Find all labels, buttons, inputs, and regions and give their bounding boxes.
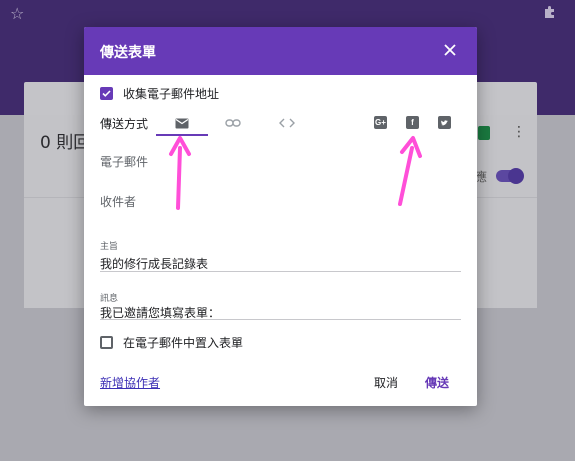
send-form-dialog: 傳送表單 收集電子郵件地址 傳送方式 G+ f 電子郵件 收件者 主旨 我的修行…	[84, 27, 477, 406]
cancel-button[interactable]: 取消	[374, 374, 398, 391]
send-button[interactable]: 傳送	[425, 374, 449, 391]
close-icon[interactable]	[441, 41, 459, 59]
annotation-arrow-email	[169, 136, 191, 210]
embed-form-checkbox[interactable]	[100, 335, 113, 349]
annotation-arrow-social	[398, 136, 422, 206]
subject-label: 主旨	[100, 242, 119, 252]
tab-embed[interactable]	[275, 113, 299, 133]
embed-form-label: 在電子郵件中置入表單	[123, 335, 244, 350]
message-label: 訊息	[100, 294, 119, 304]
embed-form-row[interactable]: 在電子郵件中置入表單	[100, 332, 243, 352]
twitter-icon[interactable]	[438, 116, 451, 129]
facebook-icon[interactable]: f	[406, 116, 419, 129]
response-count: 0 則回	[40, 133, 91, 153]
tab-email[interactable]	[170, 113, 194, 133]
accepting-responses-toggle[interactable]	[496, 168, 524, 184]
sheets-icon[interactable]	[478, 126, 490, 140]
collect-email-checkbox[interactable]	[100, 86, 113, 100]
dialog-title: 傳送表單	[100, 45, 156, 61]
subject-input[interactable]: 我的修行成長記錄表	[100, 255, 208, 272]
embed-code-icon	[279, 118, 295, 128]
google-plus-icon[interactable]: G+	[374, 116, 387, 129]
collect-email-label: 收集電子郵件地址	[123, 86, 220, 101]
add-collaborators-link[interactable]: 新增協作者	[100, 374, 160, 391]
subject-underline	[100, 271, 461, 272]
more-vert-icon[interactable]: ⋮	[512, 124, 526, 140]
send-via-label: 傳送方式	[100, 117, 149, 131]
collect-email-row[interactable]: 收集電子郵件地址	[100, 83, 219, 103]
message-underline	[100, 319, 461, 320]
dialog-header: 傳送表單	[84, 27, 477, 75]
link-icon	[225, 119, 241, 127]
email-label: 電子郵件	[100, 155, 149, 169]
puzzle-icon[interactable]	[542, 4, 558, 20]
email-icon	[175, 118, 189, 128]
star-icon[interactable]: ☆	[10, 4, 24, 23]
recipients-field[interactable]: 收件者	[100, 193, 136, 210]
tab-link[interactable]	[221, 113, 245, 133]
